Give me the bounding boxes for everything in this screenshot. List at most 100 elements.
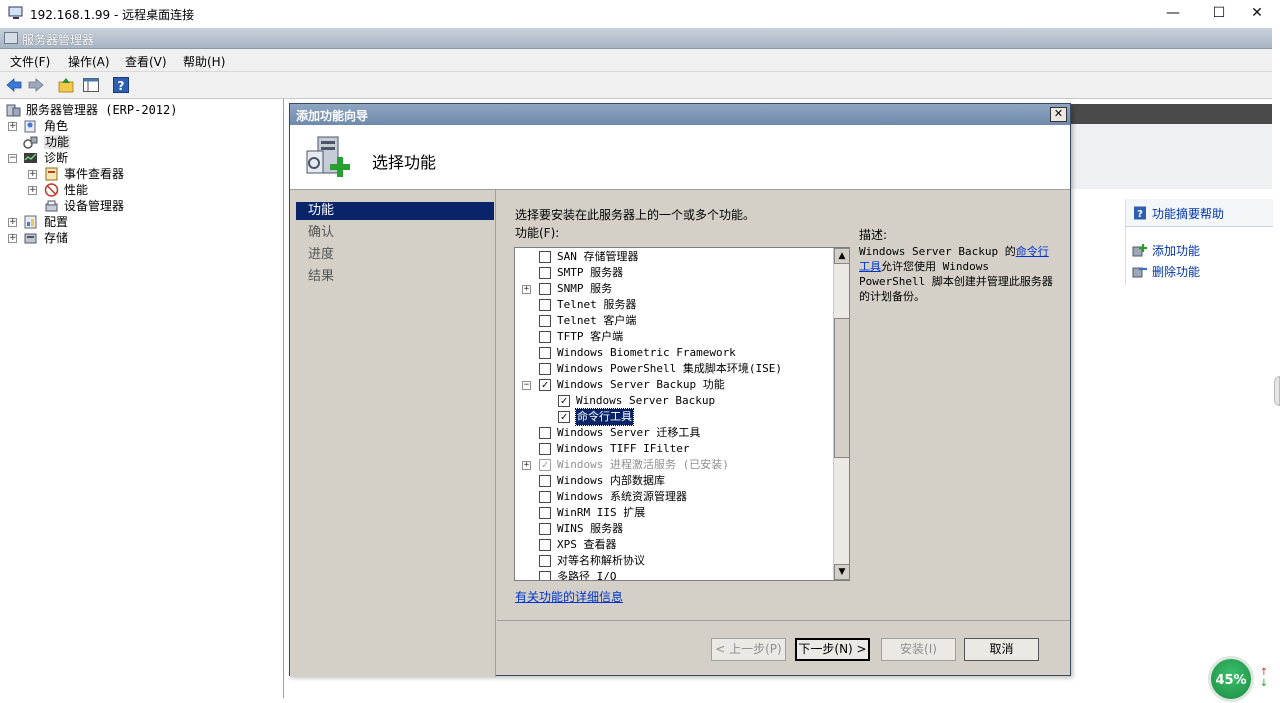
tree-item-features[interactable]: 功能 [8, 134, 71, 150]
install-button[interactable]: 安装(I) [881, 638, 956, 661]
feature-checkbox[interactable]: ✓ [539, 379, 551, 391]
feature-label: 命令行工具 [575, 408, 634, 426]
feature-item[interactable]: + ✓ Windows 进程激活服务 (已安装) [515, 457, 831, 473]
feature-checkbox[interactable] [539, 427, 551, 439]
show-hide-console-tree-icon[interactable] [82, 76, 100, 94]
roles-icon [24, 120, 36, 133]
add-features-link[interactable]: 添加功能 [1132, 242, 1200, 259]
feature-checkbox[interactable] [539, 443, 551, 455]
tree-root[interactable]: 服务器管理器 (ERP-2012) [6, 102, 177, 118]
menu-help[interactable]: 帮助(H) [183, 53, 225, 70]
expand-icon[interactable]: + [522, 285, 531, 294]
feature-checkbox[interactable] [539, 299, 551, 311]
feature-checkbox[interactable] [539, 347, 551, 359]
feature-checkbox[interactable] [539, 475, 551, 487]
minimize-button[interactable]: — [1150, 0, 1196, 28]
step-features[interactable]: 功能 [296, 202, 494, 220]
tree-item-diagnostics[interactable]: − 诊断 [8, 150, 68, 166]
feature-item[interactable]: 对等名称解析协议 [515, 553, 831, 569]
feature-item[interactable]: Windows TIFF IFilter [515, 441, 831, 457]
expand-icon[interactable]: + [28, 186, 37, 195]
dialog-close-button[interactable]: ✕ [1050, 107, 1067, 122]
collapse-icon[interactable]: − [522, 381, 531, 390]
feature-checkbox[interactable] [539, 555, 551, 567]
expand-icon[interactable]: + [8, 218, 17, 227]
feature-checkbox[interactable] [539, 571, 551, 580]
diagnostics-icon [24, 153, 37, 163]
feature-item[interactable]: Windows PowerShell 集成脚本环境(ISE) [515, 361, 831, 377]
feature-item[interactable]: Telnet 服务器 [515, 297, 831, 313]
tree-item-device-manager[interactable]: 设备管理器 [28, 198, 124, 214]
features-help-link[interactable]: ? 功能摘要帮助 [1132, 205, 1224, 222]
feature-checkbox[interactable]: ✓ [558, 411, 570, 423]
feature-checkbox[interactable] [539, 363, 551, 375]
feature-checkbox[interactable] [539, 251, 551, 263]
tree-item-performance[interactable]: + 性能 [28, 182, 88, 198]
tree-item-configuration[interactable]: + 配置 [8, 214, 68, 230]
feature-item[interactable]: SAN 存储管理器 [515, 249, 831, 265]
network-speed-badge[interactable]: 45% [1208, 656, 1254, 702]
feature-label: Telnet 服务器 [557, 298, 637, 311]
scroll-down-arrow-icon[interactable]: ▼ [834, 564, 849, 580]
feature-label: Windows Server Backup 功能 [557, 378, 725, 391]
feature-item[interactable]: Telnet 客户端 [515, 313, 831, 329]
server-manager-icon [6, 104, 21, 117]
storage-icon [24, 233, 37, 244]
tree-item-event-viewer[interactable]: + 事件查看器 [28, 166, 124, 182]
feature-item[interactable]: XPS 查看器 [515, 537, 831, 553]
close-button[interactable]: ✕ [1234, 0, 1280, 28]
tree-item-label: 事件查看器 [64, 167, 125, 181]
back-arrow-icon[interactable] [5, 76, 23, 94]
feature-label: 多路径 I/O [557, 570, 617, 581]
more-info-link[interactable]: 有关功能的详细信息 [515, 588, 623, 605]
feature-item[interactable]: ✓ Windows Server Backup [515, 393, 831, 409]
expand-icon[interactable]: + [8, 122, 17, 131]
side-panel-handle[interactable] [1274, 376, 1280, 406]
feature-checkbox[interactable] [539, 331, 551, 343]
cancel-button[interactable]: 取消 [964, 638, 1039, 661]
feature-checkbox[interactable] [539, 491, 551, 503]
feature-item[interactable]: TFTP 客户端 [515, 329, 831, 345]
feature-item[interactable]: SMTP 服务器 [515, 265, 831, 281]
tree-item-label: 性能 [64, 183, 89, 197]
feature-item[interactable]: ✓ 命令行工具 [515, 408, 831, 426]
feature-item[interactable]: Windows Biometric Framework [515, 345, 831, 361]
menu-action[interactable]: 操作(A) [68, 53, 110, 70]
feature-checkbox[interactable] [539, 507, 551, 519]
feature-checkbox[interactable]: ✓ [558, 395, 570, 407]
forward-arrow-icon[interactable] [27, 76, 45, 94]
feature-item[interactable]: 多路径 I/O [515, 569, 831, 581]
feature-item[interactable]: WinRM IIS 扩展 [515, 505, 831, 521]
feature-item[interactable]: Windows 内部数据库 [515, 473, 831, 489]
feature-item[interactable]: Windows 系统资源管理器 [515, 489, 831, 505]
feature-item[interactable]: + SNMP 服务 [515, 281, 831, 297]
remove-features-link[interactable]: 删除功能 [1132, 263, 1200, 280]
features-scrollbar[interactable]: ▲ ▼ [833, 248, 849, 580]
collapse-icon[interactable]: − [8, 154, 17, 163]
feature-checkbox[interactable] [539, 315, 551, 327]
expand-icon[interactable]: + [28, 170, 37, 179]
scrollbar-thumb[interactable] [834, 318, 849, 458]
svg-text:?: ? [1137, 209, 1143, 220]
tree-item-storage[interactable]: + 存储 [8, 230, 68, 246]
scroll-up-arrow-icon[interactable]: ▲ [834, 248, 849, 264]
feature-item[interactable]: − ✓ Windows Server Backup 功能 [515, 377, 831, 393]
expand-icon[interactable]: + [8, 234, 17, 243]
feature-checkbox[interactable] [539, 267, 551, 279]
back-button[interactable]: < 上一步(P) [711, 638, 786, 661]
next-button[interactable]: 下一步(N) > [795, 638, 870, 661]
expand-icon[interactable]: + [522, 461, 531, 470]
feature-checkbox[interactable] [539, 523, 551, 535]
tree-item-roles[interactable]: + 角色 [8, 118, 68, 134]
menu-view[interactable]: 查看(V) [125, 53, 167, 70]
feature-item[interactable]: WINS 服务器 [515, 521, 831, 537]
help-icon[interactable]: ? [112, 76, 130, 94]
menu-file[interactable]: 文件(F) [10, 53, 50, 70]
toolbar: ? [0, 72, 1272, 99]
up-folder-icon[interactable] [57, 76, 75, 94]
feature-checkbox[interactable] [539, 283, 551, 295]
features-tree-list[interactable]: SAN 存储管理器 SMTP 服务器 + SNMP 服务 Telnet 服务器 Telne… [514, 247, 850, 581]
feature-item[interactable]: Windows Server 迁移工具 [515, 425, 831, 441]
feature-checkbox[interactable] [539, 539, 551, 551]
tree-item-label: 存储 [44, 231, 69, 245]
